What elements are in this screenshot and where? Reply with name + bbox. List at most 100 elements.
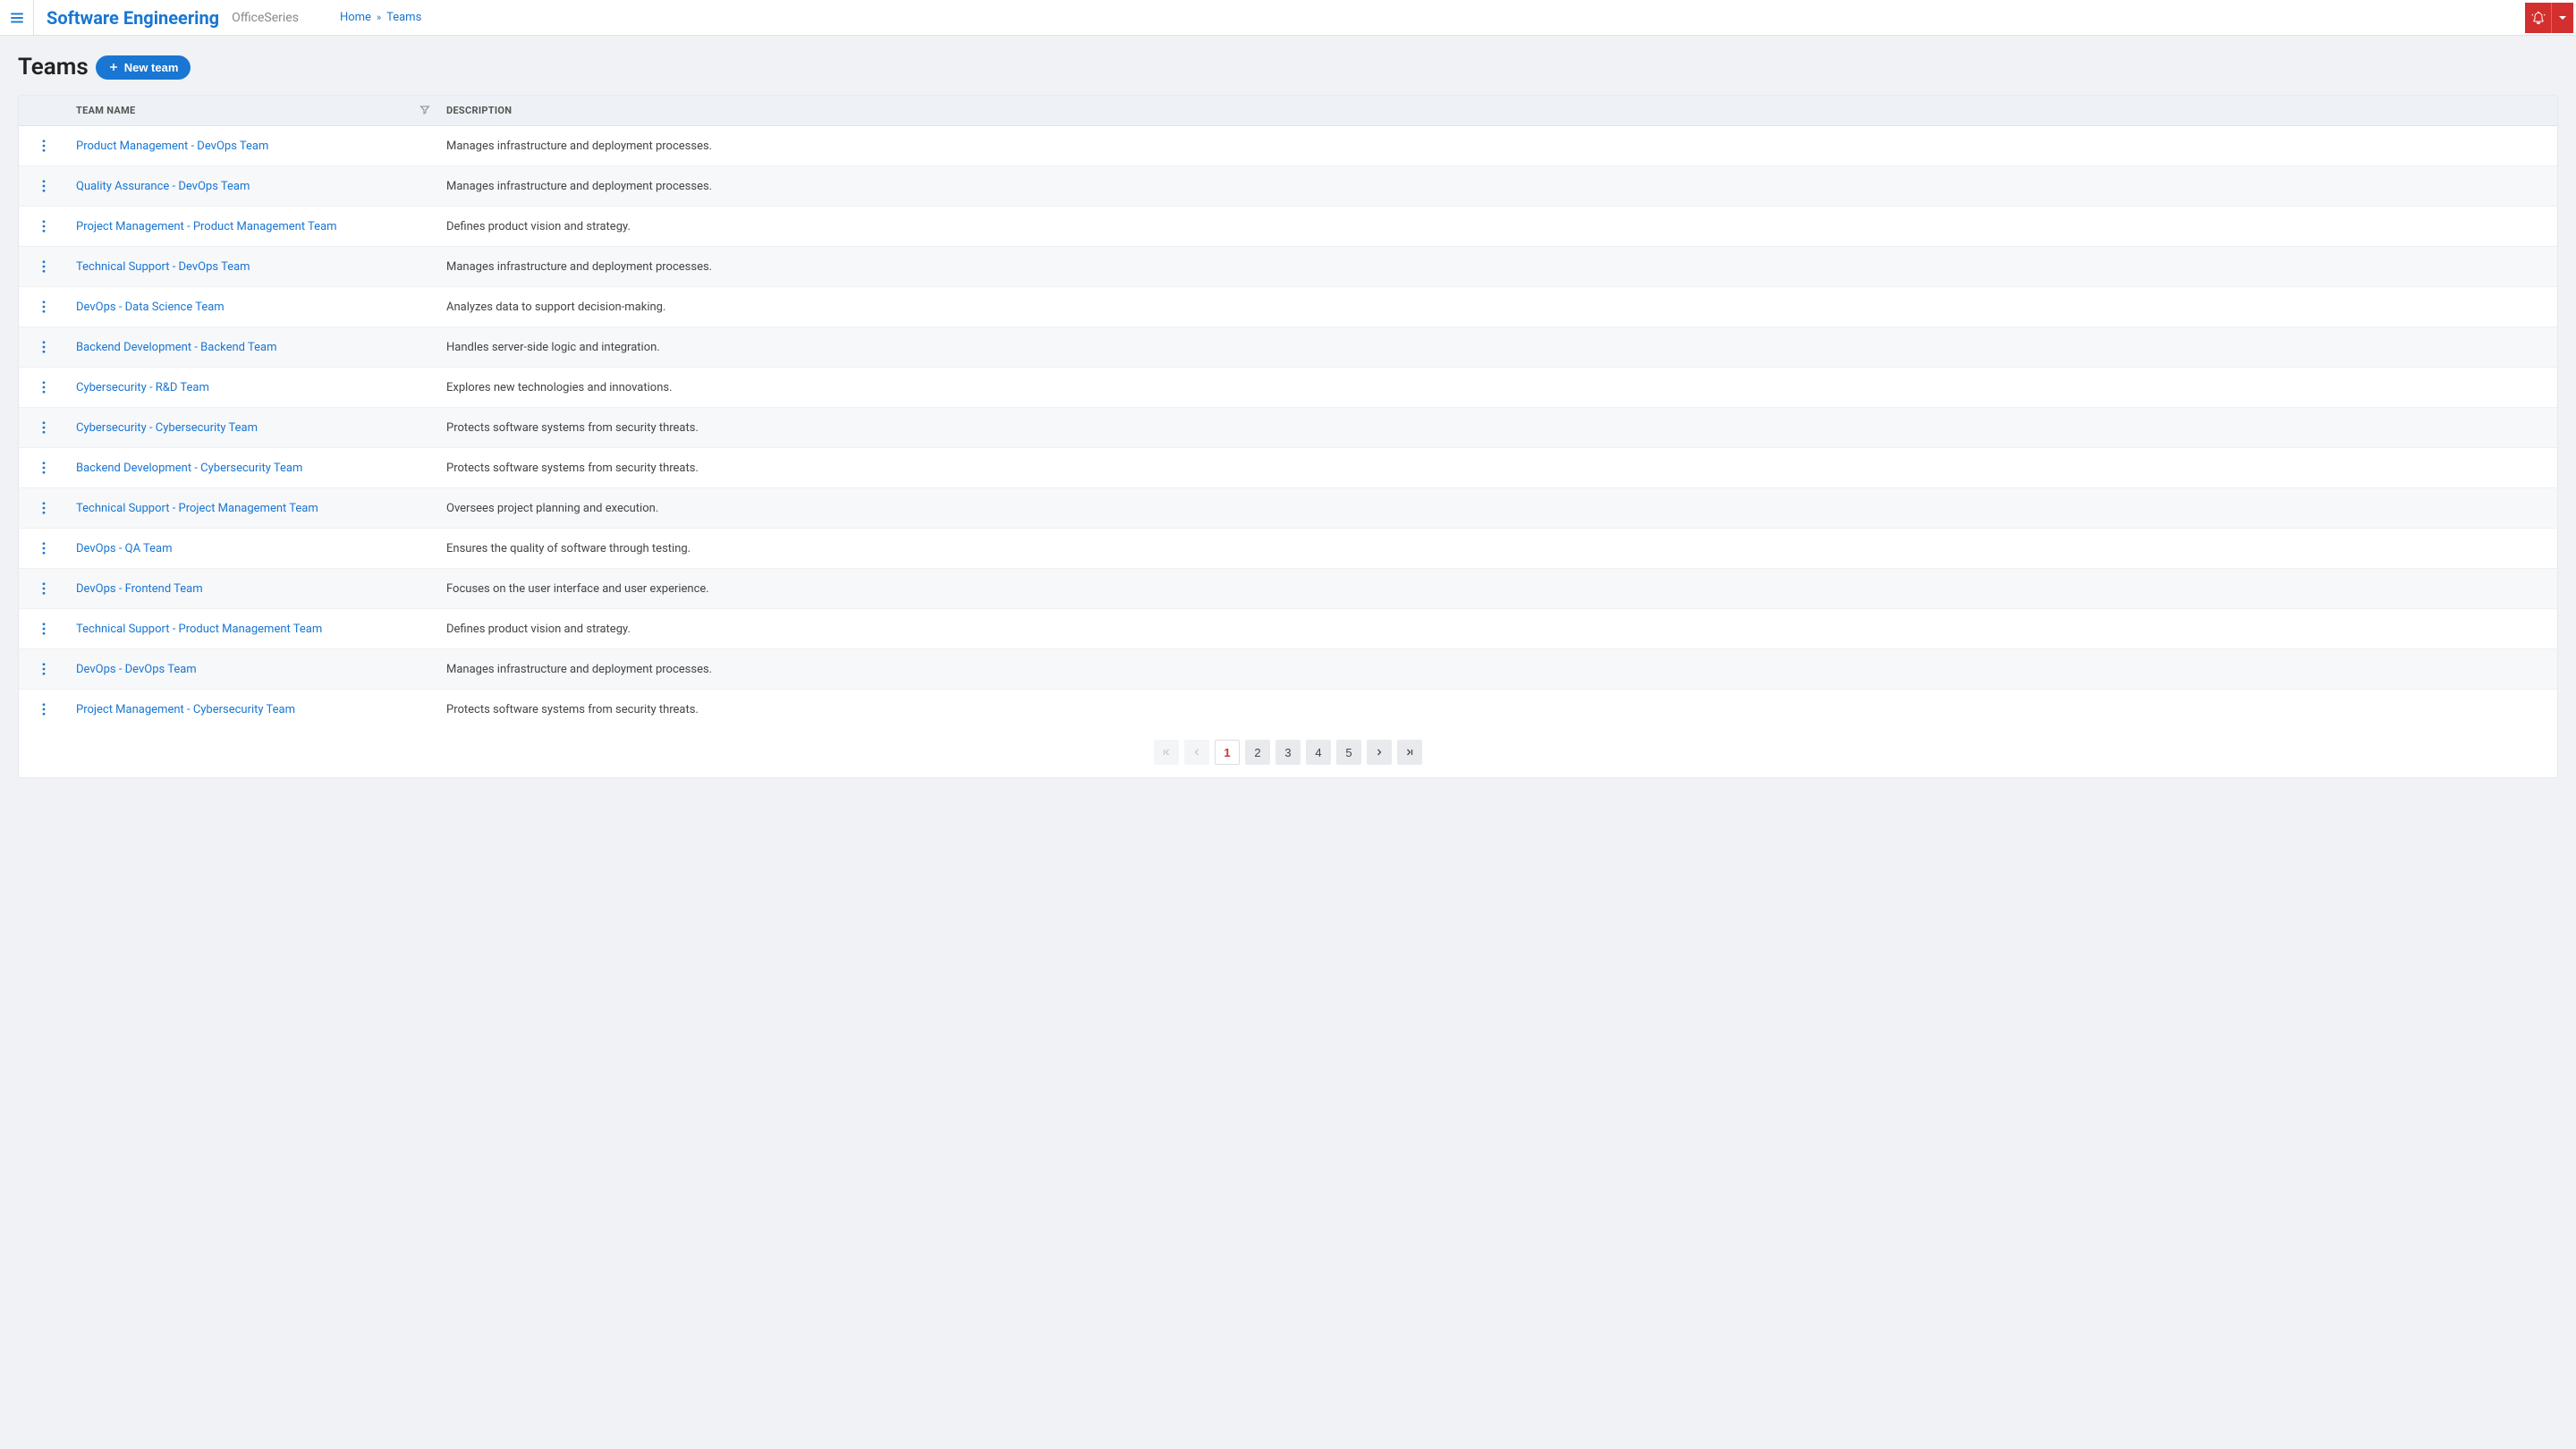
team-link[interactable]: DevOps - Frontend Team xyxy=(76,582,203,596)
team-link[interactable]: Technical Support - Project Management T… xyxy=(76,502,318,515)
chevron-last-icon xyxy=(1404,747,1415,758)
more-vertical-icon xyxy=(42,502,46,514)
team-name-cell: Technical Support - Project Management T… xyxy=(69,488,439,529)
more-vertical-icon xyxy=(42,381,46,394)
breadcrumb-current-link[interactable]: Teams xyxy=(386,11,421,24)
team-name-cell: Backend Development - Backend Team xyxy=(69,327,439,368)
row-menu-button[interactable] xyxy=(38,538,49,558)
team-description-cell: Protects software systems from security … xyxy=(439,690,2557,730)
more-vertical-icon xyxy=(42,703,46,716)
more-vertical-icon xyxy=(42,623,46,635)
team-description-cell: Explores new technologies and innovation… xyxy=(439,368,2557,408)
row-menu-button[interactable] xyxy=(38,377,49,397)
table-row: Cybersecurity - Cybersecurity Team Protec… xyxy=(19,408,2557,448)
row-menu-button[interactable] xyxy=(38,458,49,478)
plus-icon xyxy=(108,62,119,72)
column-header-description[interactable]: DESCRIPTION xyxy=(439,96,2557,126)
team-link[interactable]: DevOps - Data Science Team xyxy=(76,301,225,314)
more-vertical-icon xyxy=(42,421,46,434)
team-name-cell: DevOps - Data Science Team xyxy=(69,287,439,327)
team-description-cell: Manages infrastructure and deployment pr… xyxy=(439,247,2557,287)
more-vertical-icon xyxy=(42,301,46,313)
team-description-cell: Focuses on the user interface and user e… xyxy=(439,569,2557,609)
team-link[interactable]: Technical Support - DevOps Team xyxy=(76,260,250,274)
team-name-cell: Backend Development - Cybersecurity Team xyxy=(69,448,439,488)
row-menu-button[interactable] xyxy=(38,216,49,236)
row-actions-cell xyxy=(19,207,69,247)
table-row: Project Management - Cybersecurity Team P… xyxy=(19,690,2557,730)
pagination-last-button[interactable] xyxy=(1397,740,1422,765)
column-header-name[interactable]: TEAM NAME xyxy=(69,96,439,126)
team-name-cell: Project Management - Product Management … xyxy=(69,207,439,247)
page-content: Teams New team TEAM NAME DESCRIPTION xyxy=(0,36,2576,796)
pagination-page-4[interactable]: 4 xyxy=(1306,740,1331,765)
table-row: Backend Development - Backend TeamHandle… xyxy=(19,327,2557,368)
breadcrumb-separator: » xyxy=(377,12,381,23)
row-menu-button[interactable] xyxy=(38,297,49,317)
user-menu-dropdown-button[interactable] xyxy=(2552,3,2573,33)
app-header: Software Engineering OfficeSeries Home »… xyxy=(0,0,2576,36)
pagination-page-1[interactable]: 1 xyxy=(1215,740,1240,765)
table-row: Product Management - DevOps TeamManages … xyxy=(19,126,2557,166)
hamburger-menu-button[interactable] xyxy=(0,0,34,36)
team-link[interactable]: Backend Development - Cybersecurity Team xyxy=(76,462,302,475)
row-menu-button[interactable] xyxy=(38,699,49,719)
app-subtitle: OfficeSeries xyxy=(232,11,299,25)
row-menu-button[interactable] xyxy=(38,659,49,679)
filter-name-button[interactable] xyxy=(419,104,430,117)
table-row: Technical Support - Product Management T… xyxy=(19,609,2557,649)
chevron-first-icon xyxy=(1161,747,1172,758)
page-title: Teams xyxy=(18,54,89,80)
row-menu-button[interactable] xyxy=(38,337,49,357)
team-link[interactable]: Cybersecurity - Cybersecurity Team xyxy=(76,421,258,435)
team-link[interactable]: Cybersecurity - R&D Team xyxy=(76,381,209,394)
new-team-button-label: New team xyxy=(124,61,179,74)
pagination-page-2[interactable]: 2 xyxy=(1245,740,1270,765)
team-name-cell: Cybersecurity - Cybersecurity Team xyxy=(69,408,439,448)
team-description-cell: Defines product vision and strategy. xyxy=(439,207,2557,247)
row-actions-cell xyxy=(19,649,69,690)
team-description-cell: Ensures the quality of software through … xyxy=(439,529,2557,569)
pagination-first-button[interactable] xyxy=(1154,740,1179,765)
column-header-name-label: TEAM NAME xyxy=(76,105,136,116)
row-actions-cell xyxy=(19,569,69,609)
row-actions-cell xyxy=(19,126,69,166)
pagination-prev-button[interactable] xyxy=(1184,740,1209,765)
pagination-page-5[interactable]: 5 xyxy=(1336,740,1361,765)
team-link[interactable]: Quality Assurance - DevOps Team xyxy=(76,180,250,193)
more-vertical-icon xyxy=(42,341,46,353)
row-menu-button[interactable] xyxy=(38,136,49,156)
new-team-button[interactable]: New team xyxy=(96,55,191,80)
team-name-cell: Project Management - Cybersecurity Team xyxy=(69,690,439,730)
row-menu-button[interactable] xyxy=(38,579,49,598)
more-vertical-icon xyxy=(42,140,46,152)
row-menu-button[interactable] xyxy=(38,619,49,639)
row-actions-cell xyxy=(19,448,69,488)
pagination-next-button[interactable] xyxy=(1367,740,1392,765)
notifications-button[interactable] xyxy=(2525,3,2552,33)
team-link[interactable]: Technical Support - Product Management T… xyxy=(76,623,322,636)
team-link[interactable]: DevOps - DevOps Team xyxy=(76,663,197,676)
bell-alert-icon xyxy=(2531,11,2546,25)
breadcrumb-home-link[interactable]: Home xyxy=(340,11,371,24)
row-menu-button[interactable] xyxy=(38,257,49,276)
row-menu-button[interactable] xyxy=(38,176,49,196)
team-link[interactable]: Project Management - Product Management … xyxy=(76,220,337,233)
table-row: Backend Development - Cybersecurity Team… xyxy=(19,448,2557,488)
row-actions-cell xyxy=(19,408,69,448)
app-title[interactable]: Software Engineering xyxy=(47,7,219,29)
pagination-page-3[interactable]: 3 xyxy=(1275,740,1301,765)
row-menu-button[interactable] xyxy=(38,418,49,437)
team-link[interactable]: Backend Development - Backend Team xyxy=(76,341,276,354)
team-link[interactable]: Project Management - Cybersecurity Team xyxy=(76,703,295,716)
team-link[interactable]: Product Management - DevOps Team xyxy=(76,140,268,153)
table-row: DevOps - QA Team Ensures the quality of s… xyxy=(19,529,2557,569)
row-menu-button[interactable] xyxy=(38,498,49,518)
row-actions-cell xyxy=(19,327,69,368)
team-name-cell: Cybersecurity - R&D Team xyxy=(69,368,439,408)
team-description-cell: Protects software systems from security … xyxy=(439,408,2557,448)
team-name-cell: DevOps - Frontend Team xyxy=(69,569,439,609)
more-vertical-icon xyxy=(42,220,46,233)
teams-table-container: TEAM NAME DESCRIPTION Product Management… xyxy=(18,95,2558,778)
team-link[interactable]: DevOps - QA Team xyxy=(76,542,173,555)
